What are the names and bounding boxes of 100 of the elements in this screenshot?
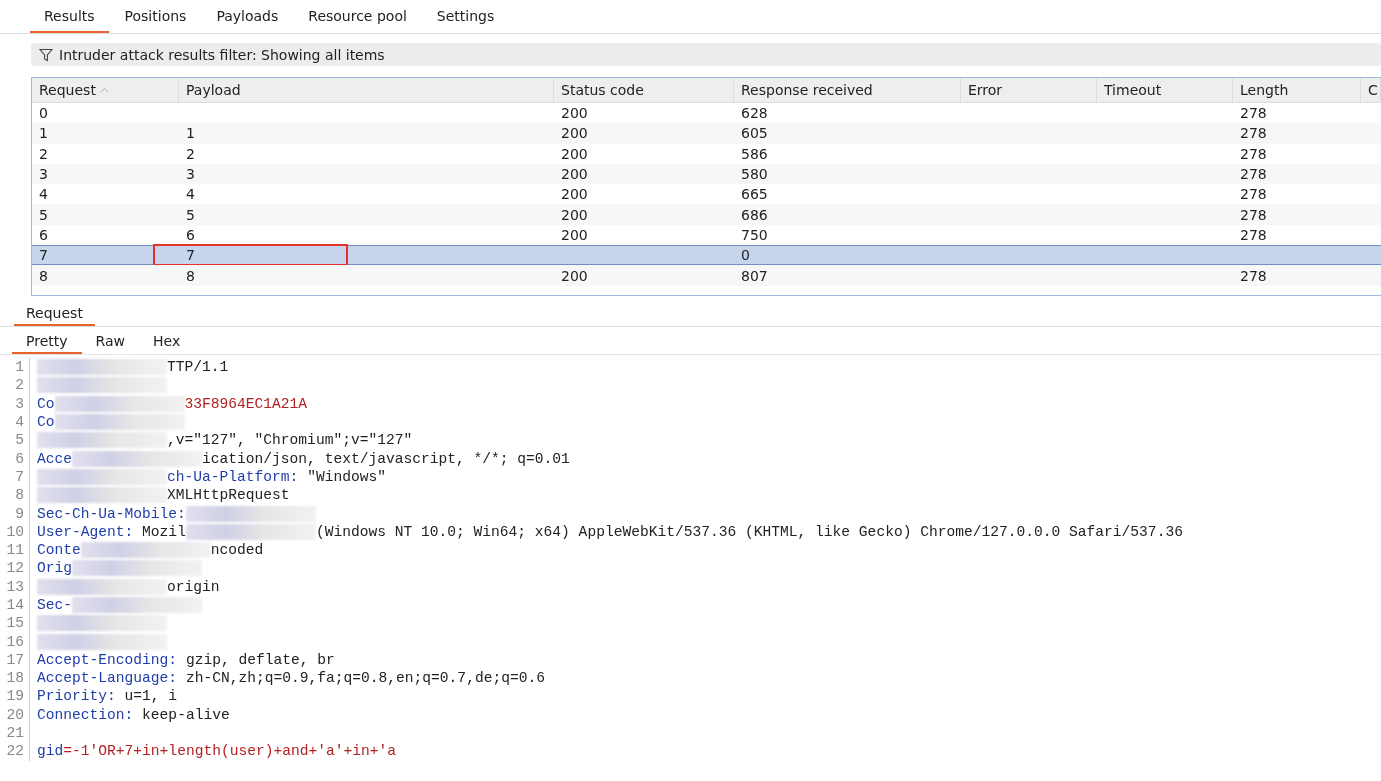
column-header[interactable]: C [1361, 78, 1381, 102]
table-cell: 586 [741, 145, 768, 162]
header-value: ,v="127", "Chromium";v="127" [167, 432, 413, 449]
table-row[interactable]: 2 2 200 586 278 [32, 143, 1381, 164]
parameter-value: =-1'OR+7+in+length(user)+and+'a'+in+'a [63, 743, 397, 760]
table-cell: 2 [39, 145, 48, 162]
table-cell: 6 [39, 226, 48, 243]
tab[interactable]: Results [30, 0, 109, 33]
table-cell: 580 [741, 166, 768, 183]
table-cell: 278 [1240, 125, 1267, 142]
table-row[interactable]: 8 8 200 807 278 [32, 265, 1381, 286]
header-value: u=1, i [123, 688, 178, 705]
table-cell: 200 [561, 267, 588, 284]
table-cell: 200 [561, 226, 588, 243]
table-row[interactable]: 7 7 0 [32, 245, 1381, 266]
line-number: 7 [15, 468, 24, 485]
header-value: TTP/1.1 [167, 359, 229, 376]
tab[interactable]: Payloads [202, 0, 293, 33]
line-number: 12 [6, 560, 24, 577]
table-cell: 278 [1240, 226, 1267, 243]
tab[interactable]: Resource pool [294, 0, 421, 33]
view-tab[interactable]: Hex [139, 330, 195, 354]
column-header[interactable]: Request [32, 78, 179, 102]
column-header[interactable]: Status code [554, 78, 734, 102]
header-value: zh-CN,zh;q=0.9,fa;q=0.8,en;q=0.7,de;q=0.6 [184, 670, 545, 687]
table-row[interactable]: 5 5 200 686 278 [32, 204, 1381, 225]
tab[interactable]: Positions [110, 0, 201, 33]
column-header[interactable]: Payload [179, 78, 554, 102]
header-name: gid [37, 743, 64, 760]
header-name: ch-Ua-Platform: [167, 468, 299, 485]
line-number: 21 [6, 725, 24, 742]
header-name: Connection: [37, 706, 134, 723]
table-cell: 665 [741, 186, 768, 203]
table-cell: 8 [39, 267, 48, 284]
table-cell: 0 [39, 105, 48, 122]
line-number: 4 [15, 414, 24, 431]
header-value: gzip, deflate, br [184, 651, 335, 668]
table-cell: 278 [1240, 186, 1267, 203]
tab[interactable]: Request [14, 302, 95, 326]
header-value: "Windows" [306, 468, 386, 485]
line-number: 19 [6, 688, 24, 705]
table-cell: 750 [741, 226, 768, 243]
table-cell: 278 [1240, 105, 1267, 122]
line-number: 2 [15, 377, 24, 394]
line-number: 6 [15, 450, 24, 467]
table-cell: 200 [561, 145, 588, 162]
table-cell: 4 [186, 186, 195, 203]
line-number: 8 [15, 487, 24, 504]
filter-bar[interactable]: Intruder attack results filter: Showing all items [31, 43, 1381, 66]
table-cell: 1 [186, 125, 195, 142]
header-value: keep-alive [141, 706, 230, 723]
column-header[interactable]: Timeout [1097, 78, 1233, 102]
table-row[interactable]: 6 6 200 750 278 [32, 224, 1381, 246]
header-name: Priority: [37, 688, 116, 705]
table-cell: 8 [186, 267, 195, 284]
header-value: (Windows NT 10.0; Win64; x64) AppleWebKit/537.36 (KHTML, like Gecko) Chrome/127.0.0.0 Safari/537.36 [315, 523, 1183, 540]
filter-icon [39, 47, 53, 62]
line-number: 20 [6, 706, 24, 723]
tab[interactable]: Settings [422, 0, 509, 33]
table-cell: 200 [561, 125, 588, 142]
header-name: Co [37, 414, 55, 431]
table-row[interactable]: 0 200 628 278 [32, 103, 1381, 124]
table-cell: 605 [741, 125, 768, 142]
column-header[interactable]: Error [961, 78, 1097, 102]
table-cell: 7 [39, 247, 48, 264]
line-number: 11 [6, 542, 24, 559]
table-cell: 278 [1240, 166, 1267, 183]
line-number: 9 [15, 505, 24, 522]
header-value: ncoded [210, 542, 264, 559]
filter-label: Intruder attack results filter: Showing all items [59, 46, 385, 63]
table-cell: 0 [741, 247, 750, 264]
view-tab[interactable]: Raw [81, 330, 139, 354]
header-name: Conte [37, 542, 81, 559]
header-name: Sec-Ch-Ua-Mobile: [37, 505, 186, 522]
header-value: origin [167, 578, 220, 595]
view-tab[interactable]: Pretty [12, 330, 82, 354]
table-cell: 628 [741, 105, 768, 122]
column-header[interactable]: Response received [734, 78, 961, 102]
table-cell: 807 [741, 267, 768, 284]
table-row[interactable]: 4 4 200 665 278 [32, 184, 1381, 205]
line-number: 17 [6, 651, 24, 668]
table-row[interactable]: 1 1 200 605 278 [32, 123, 1381, 144]
parameter-value: 33F8964EC1A21A [184, 395, 308, 412]
line-number: 16 [6, 633, 24, 650]
table-cell: 2 [186, 145, 195, 162]
header-name: Accept-Language: [37, 670, 178, 687]
line-number: 14 [6, 597, 24, 613]
table-cell: 200 [561, 105, 588, 122]
table-row[interactable]: 3 3 200 580 278 [32, 163, 1381, 185]
header-name: Sec- [37, 597, 73, 613]
table-cell: 278 [1240, 145, 1267, 162]
table-cell: 200 [561, 166, 588, 183]
table-cell: 6 [186, 226, 195, 243]
table-cell: 5 [186, 206, 195, 223]
table-cell: 200 [561, 206, 588, 223]
table-cell: 278 [1240, 206, 1267, 223]
line-number: 22 [6, 743, 24, 760]
column-header[interactable]: Length [1233, 78, 1361, 102]
table-cell: 200 [561, 186, 588, 203]
table-cell: 3 [186, 166, 195, 183]
